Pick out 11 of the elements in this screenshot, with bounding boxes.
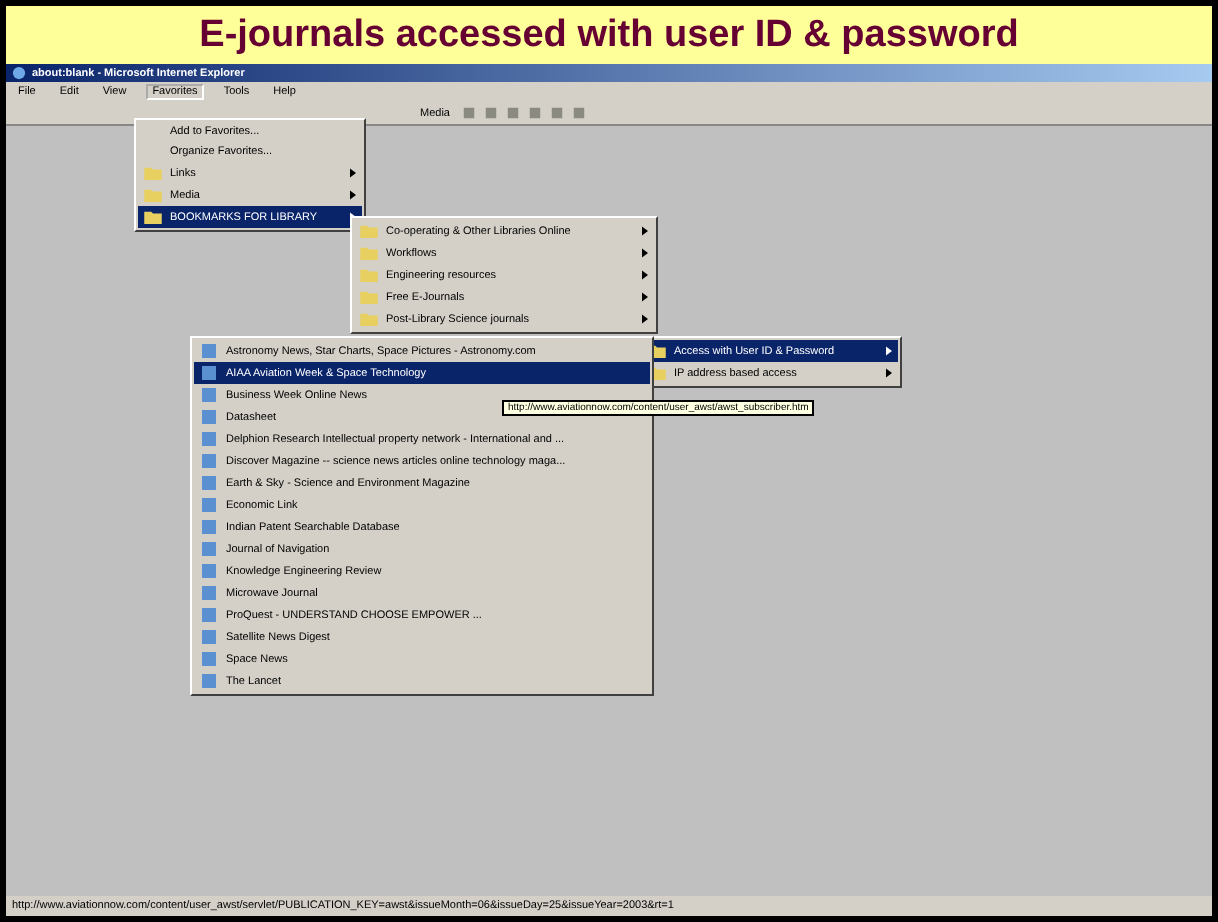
submenu-arrow-icon bbox=[642, 314, 648, 324]
submenu-arrow-icon bbox=[886, 368, 892, 378]
submenu-arrow-icon bbox=[642, 226, 648, 236]
browser-icon bbox=[12, 66, 26, 80]
slide-title: E-journals accessed with user ID & password bbox=[6, 6, 1212, 64]
submenu-arrow-icon bbox=[350, 190, 356, 200]
submenu-arrow-icon bbox=[350, 168, 356, 178]
submenu-arrow-icon bbox=[886, 346, 892, 356]
submenu-arrow-icon bbox=[642, 248, 648, 258]
submenu-arrow-icon bbox=[642, 270, 648, 280]
submenu-arrow-icon bbox=[642, 292, 648, 302]
